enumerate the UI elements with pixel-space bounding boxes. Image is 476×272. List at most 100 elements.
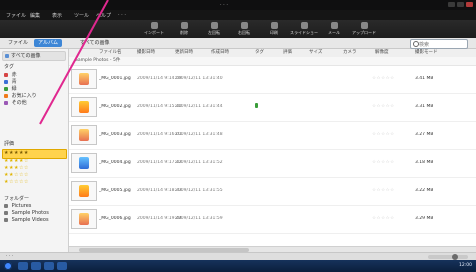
column-header-tags[interactable]: タグ (255, 49, 281, 57)
taskbar-app-icon[interactable] (57, 262, 67, 270)
taskbar: 12:00 (0, 260, 476, 272)
sidebar-rating-4[interactable]: ★★★★☆ (4, 158, 29, 164)
sidebar-tag-1[interactable]: 青 (4, 78, 17, 85)
table-row[interactable]: _MG_0004.jpg 2009/11/14 9:17:12 2009/12/… (69, 149, 476, 178)
toolbar-print-button[interactable]: 印刷 (260, 22, 288, 36)
menu-item-tools[interactable]: ツール (74, 12, 89, 19)
table-row[interactable]: _MG_0003.jpg 2009/11/14 9:16:01 2009/12/… (69, 121, 476, 150)
folder-icon (4, 210, 8, 215)
sidebar-tag-0[interactable]: 赤 (4, 71, 17, 78)
import-icon (150, 22, 158, 29)
toolbar-rotate-left-button[interactable]: 左回転 (200, 22, 228, 36)
cell-rating[interactable]: ☆☆☆☆☆ (372, 160, 395, 165)
menu-item-help[interactable]: ヘルプ (96, 12, 111, 19)
cell-rating[interactable]: ☆☆☆☆☆ (372, 104, 395, 109)
sidebar-rating-1[interactable]: ★☆☆☆☆ (4, 179, 29, 185)
system-tray[interactable]: 12:00 (459, 263, 472, 268)
photo-thumbnail-icon (79, 185, 89, 197)
column-header-mode[interactable]: 撮影モード (415, 49, 471, 57)
toolbar-upload-label: アップロード (352, 30, 376, 35)
table-group-label: Sample Photos - 5件 (75, 58, 121, 63)
tag-color-icon (4, 100, 8, 105)
sidebar-rating-3[interactable]: ★★★☆☆ (4, 165, 29, 171)
sidebar-folder-2[interactable]: Sample Videos (4, 217, 49, 223)
menu-item-more[interactable]: · · · (118, 12, 126, 18)
table-row[interactable]: _MG_0001.jpg 2009/11/14 9:14:59 2009/12/… (69, 65, 476, 94)
toolbar-delete-button[interactable]: 削除 (170, 22, 198, 36)
sidebar-tag-2[interactable]: 緑 (4, 85, 17, 92)
cell-modified-date: 2009/12/11 13:31:48 (175, 132, 223, 137)
menu-item-edit[interactable]: 編集 (30, 12, 40, 19)
thumbnail[interactable] (71, 97, 97, 117)
window-title: · · · (220, 2, 228, 8)
column-header-modified[interactable]: 更新日時 (175, 49, 215, 57)
sidebar-tag-3[interactable]: お気に入り (4, 92, 37, 99)
thumbnail[interactable] (71, 153, 97, 173)
taskbar-app-icon[interactable] (31, 262, 41, 270)
sidebar-folder-label: Pictures (11, 203, 32, 209)
window-controls (448, 2, 473, 7)
sidebar-section-rating: 評価 (4, 140, 14, 147)
menu-item-file[interactable]: ファイル (6, 12, 26, 19)
tab-all-images[interactable]: すべての画像 (76, 39, 113, 47)
tag-flag-icon[interactable] (255, 103, 258, 108)
sidebar-tag-4[interactable]: その他 (4, 99, 27, 106)
zoom-slider[interactable] (428, 254, 468, 260)
thumbnail[interactable] (71, 181, 97, 201)
start-button[interactable] (4, 262, 12, 270)
cell-filename: _MG_0004.jpg (99, 160, 131, 165)
table-row[interactable]: _MG_0005.jpg 2009/11/14 9:18:33 2009/12/… (69, 177, 476, 206)
thumbnail[interactable] (71, 125, 97, 145)
cell-modified-date: 2009/12/11 13:31:44 (175, 104, 223, 109)
thumbnail[interactable] (71, 69, 97, 89)
cell-rating[interactable]: ☆☆☆☆☆ (372, 76, 395, 81)
tag-color-icon (4, 72, 8, 77)
upload-icon (360, 22, 368, 29)
toolbar-slideshow-button[interactable]: スライドショー (290, 22, 318, 36)
cell-modified-date: 2009/12/11 13:31:59 (175, 216, 223, 221)
table-row[interactable]: _MG_0002.jpg 2009/11/14 9:15:10 2009/12/… (69, 93, 476, 122)
column-header-resolution[interactable]: 解像度 (375, 49, 405, 57)
column-header-rating[interactable]: 評価 (283, 49, 307, 57)
tab-files[interactable]: ファイル (4, 39, 32, 47)
sidebar-all-images[interactable]: すべての画像 (2, 51, 66, 61)
photo-thumbnail-icon (79, 213, 89, 225)
thumbnail[interactable] (71, 209, 97, 229)
sidebar-folder-0[interactable]: Pictures (4, 203, 31, 209)
search-box[interactable]: 検索 (410, 39, 468, 49)
sidebar-rating-2[interactable]: ★★☆☆☆ (4, 172, 29, 178)
column-header-created[interactable]: 作成日時 (211, 49, 251, 57)
toolbar: インポート 削除 左回転 右回転 印刷 スライドショー メール アップロード (0, 20, 476, 39)
sidebar-folder-label: Sample Photos (11, 210, 49, 216)
toolbar-mail-button[interactable]: メール (320, 22, 348, 36)
toolbar-delete-label: 削除 (180, 30, 188, 35)
sidebar-folder-1[interactable]: Sample Photos (4, 210, 49, 216)
cell-rating[interactable]: ☆☆☆☆☆ (372, 216, 395, 221)
sidebar-section-folders: フォルダー (4, 195, 29, 202)
cell-rating[interactable]: ☆☆☆☆☆ (372, 188, 395, 193)
cell-rating[interactable]: ☆☆☆☆☆ (372, 132, 395, 137)
column-header-taken[interactable]: 撮影日時 (137, 49, 177, 57)
tag-color-icon (4, 86, 8, 91)
toolbar-import-button[interactable]: インポート (140, 22, 168, 36)
sidebar-section-folders-label: フォルダー (4, 196, 30, 202)
folder-icon (4, 217, 8, 222)
folder-icon (4, 203, 8, 208)
tab-albums[interactable]: アルバム (34, 39, 62, 47)
toolbar-upload-button[interactable]: アップロード (350, 22, 378, 36)
print-icon (270, 22, 278, 29)
cell-modified-date: 2009/12/11 13:31:40 (175, 76, 223, 81)
maximize-button[interactable] (457, 2, 464, 7)
cell-modified-date: 2009/12/11 13:31:55 (175, 188, 223, 193)
close-button[interactable] (466, 2, 473, 7)
menu-item-view[interactable]: 表示 (52, 12, 62, 19)
sidebar-rating-5[interactable]: ★★★★★ (4, 150, 29, 156)
column-header-camera[interactable]: カメラ (343, 49, 373, 57)
taskbar-app-icon[interactable] (44, 262, 54, 270)
minimize-button[interactable] (448, 2, 455, 7)
toolbar-rotate-right-button[interactable]: 右回転 (230, 22, 258, 36)
taskbar-app-icon[interactable] (18, 262, 28, 270)
table-row[interactable]: _MG_0006.jpg 2009/11/14 9:19:44 2009/12/… (69, 205, 476, 234)
column-header-size[interactable]: サイズ (309, 49, 335, 57)
screen: · · · ファイル 編集 表示 ツール ヘルプ · · · インポート 削除 … (0, 0, 476, 272)
